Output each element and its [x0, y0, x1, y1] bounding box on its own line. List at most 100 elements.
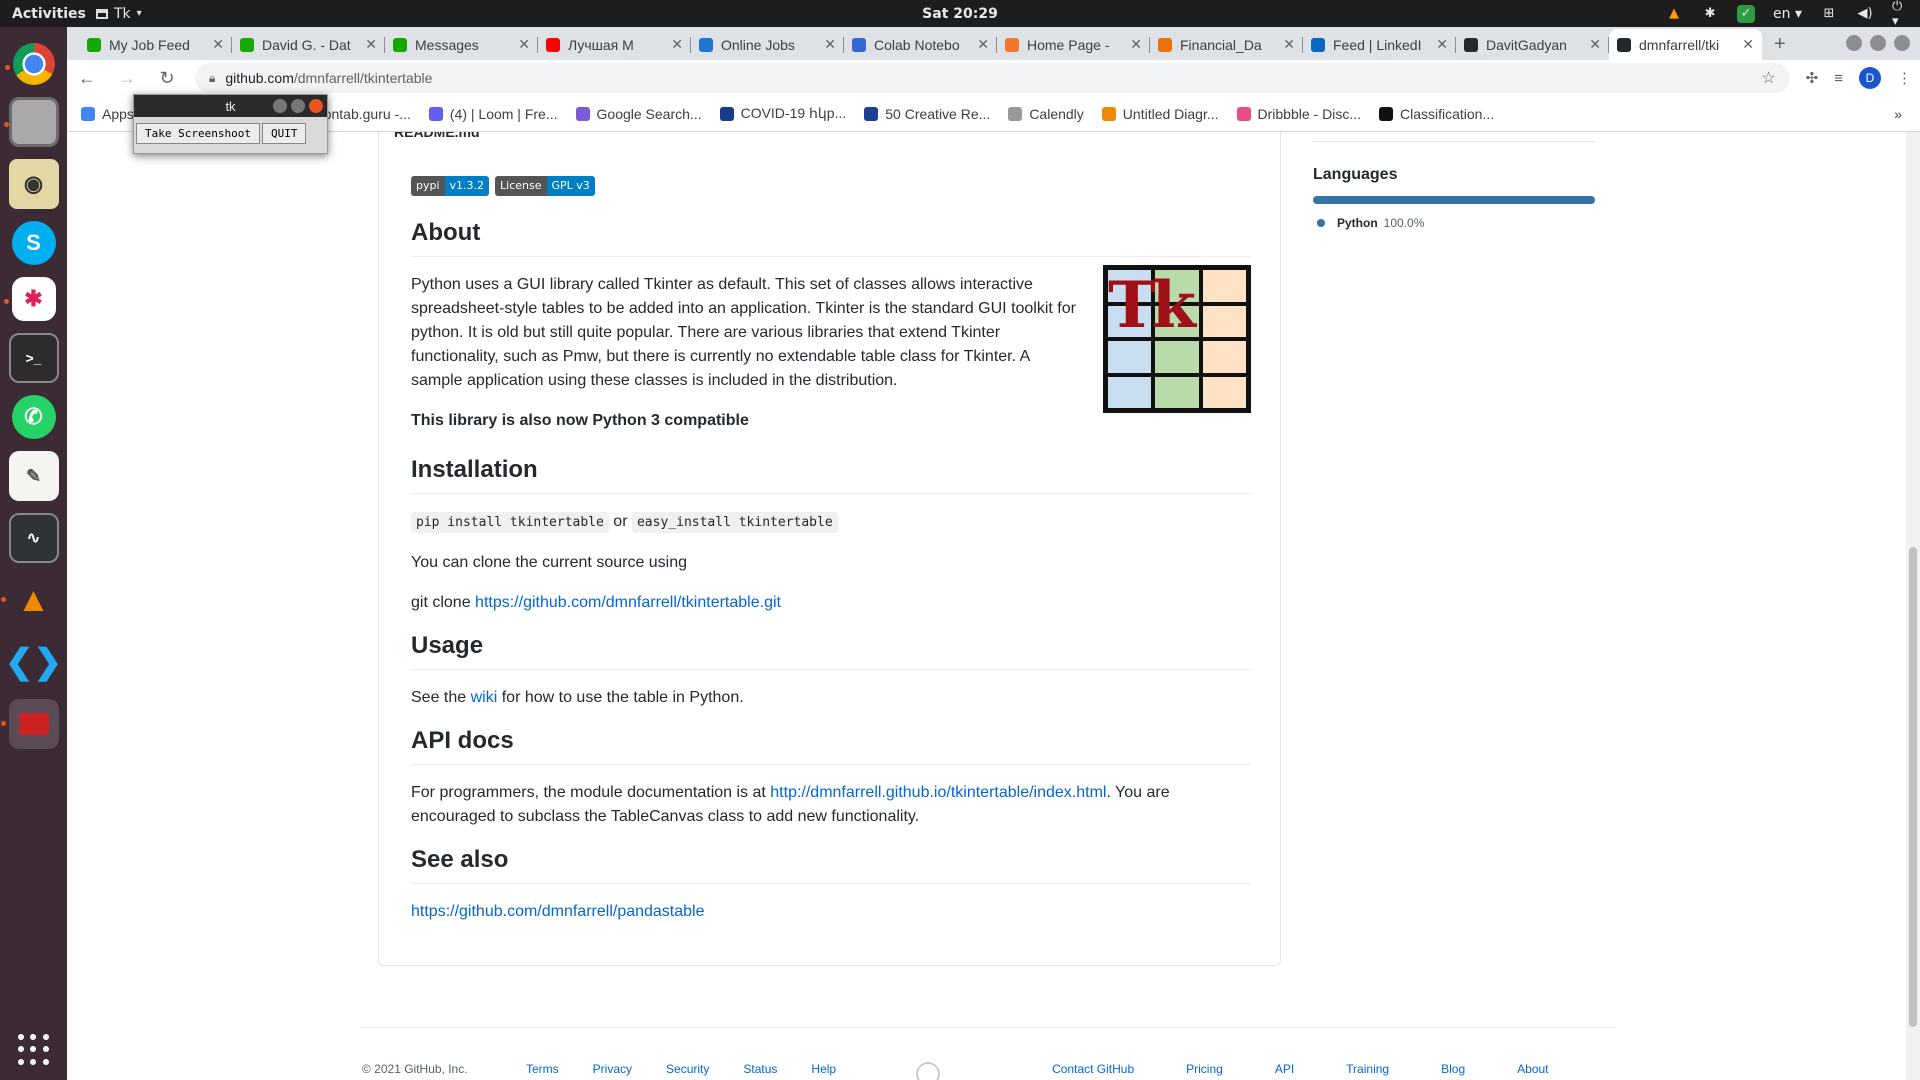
text-editor-dock-icon[interactable]: ✎ — [8, 451, 59, 501]
system-monitor-dock-icon[interactable]: ∿ — [8, 513, 59, 563]
chrome-dock-icon[interactable] — [4, 43, 55, 85]
new-tab-button[interactable]: + — [1762, 29, 1798, 60]
rhythmbox-dock-icon[interactable]: ◉ — [8, 159, 59, 209]
vlc-tray-icon[interactable]: ▲ — [1665, 5, 1683, 23]
browser-tab[interactable]: Colab Notebo ✕ — [844, 29, 997, 60]
tab-close-icon[interactable]: ✕ — [1130, 36, 1142, 53]
browser-tab[interactable]: Feed | LinkedI ✕ — [1303, 29, 1456, 60]
files-dock-icon[interactable] — [3, 97, 59, 147]
footer-link[interactable]: Status — [743, 1062, 777, 1080]
bookmark-item[interactable]: Google Search... — [575, 105, 702, 122]
tab-close-icon[interactable]: ✕ — [1283, 36, 1295, 53]
bookmark-item[interactable]: (4) | Loom | Fre... — [428, 105, 558, 122]
language-item[interactable]: Python 100.0% — [1313, 216, 1595, 230]
app-menu[interactable]: Tk ▾ — [96, 6, 142, 22]
bookmark-label: Untitled Diagr... — [1122, 105, 1219, 122]
usage-text: See the wiki for how to use the table in… — [411, 686, 1251, 710]
profile-avatar[interactable]: D — [1859, 67, 1881, 89]
bookmark-item[interactable]: Calendly — [1008, 105, 1084, 122]
tab-close-icon[interactable]: ✕ — [1436, 36, 1448, 53]
take-screenshot-button[interactable]: Take Screenshoot — [136, 123, 260, 144]
bookmarks-overflow-icon[interactable]: » — [1894, 106, 1902, 122]
bookmark-item[interactable]: COVID-19 հկp... — [719, 105, 846, 122]
footer-link[interactable]: About — [1517, 1062, 1548, 1080]
address-bar[interactable]: 🔒︎ github.com/dmnfarrell/tkintertable ☆ — [195, 63, 1790, 93]
footer-link[interactable]: Contact GitHub — [1052, 1062, 1134, 1080]
scrollbar-thumb[interactable] — [1909, 547, 1917, 1027]
pypi-badge[interactable]: pypi v1.3.2 — [411, 176, 490, 196]
github-logo-icon[interactable] — [916, 1062, 941, 1080]
tab-close-icon[interactable]: ✕ — [671, 36, 683, 53]
bookmark-item[interactable]: Untitled Diagr... — [1101, 105, 1219, 122]
reload-icon[interactable]: ↻ — [155, 68, 179, 89]
network-icon[interactable]: ⊞ — [1820, 5, 1838, 23]
keyboard-language[interactable]: en ▾ — [1773, 6, 1802, 22]
footer-link[interactable]: Help — [811, 1062, 836, 1080]
tab-close-icon[interactable]: ✕ — [212, 36, 224, 53]
browser-tab[interactable]: Home Page - ✕ — [997, 29, 1150, 60]
back-icon[interactable]: ← — [75, 68, 99, 89]
tab-close-icon[interactable]: ✕ — [824, 36, 836, 53]
bookmark-item[interactable]: Classification... — [1378, 105, 1494, 122]
bookmark-item[interactable]: Dribbble - Disc... — [1236, 105, 1361, 122]
maximize-icon[interactable] — [1870, 35, 1886, 51]
git-clone-link[interactable]: https://github.com/dmnfarrell/tkintertab… — [475, 594, 781, 611]
tab-title: Financial_Da — [1180, 36, 1262, 53]
bookmark-item[interactable]: 50 Creative Re... — [864, 105, 990, 122]
footer-link[interactable]: Terms — [526, 1062, 559, 1080]
tk-minimize-icon[interactable] — [273, 99, 287, 113]
footer-link[interactable]: Blog — [1441, 1062, 1465, 1080]
quit-button[interactable]: QUIT — [261, 123, 307, 144]
browser-tab[interactable]: Financial_Da ✕ — [1150, 29, 1303, 60]
bookmark-star-icon[interactable]: ☆ — [1761, 68, 1775, 88]
browser-tab[interactable]: My Job Feed ✕ — [79, 29, 232, 60]
power-icon[interactable]: ⏻ ▾ — [1892, 0, 1910, 29]
reading-list-icon[interactable]: ≡ — [1834, 70, 1843, 87]
slack-tray-icon[interactable]: ✱ — [1701, 5, 1719, 23]
skype-dock-icon[interactable]: S — [11, 221, 56, 265]
tk-app-dock-icon[interactable] — [0, 699, 59, 749]
terminal-dock-icon[interactable]: >_ — [8, 333, 59, 383]
browser-tab[interactable]: Лучшая М ✕ — [538, 29, 691, 60]
browser-tab[interactable]: dmnfarrell/tki ✕ — [1609, 29, 1762, 60]
minimize-icon[interactable] — [1846, 35, 1862, 51]
clock[interactable]: Sat 20:29 — [922, 6, 998, 22]
menu-kebab-icon[interactable]: ⋮ — [1897, 69, 1912, 87]
whatsapp-dock-icon[interactable]: ✆ — [11, 395, 56, 439]
tk-maximize-icon[interactable] — [291, 99, 305, 113]
readme-filename[interactable]: README.md — [394, 132, 480, 140]
close-icon[interactable] — [1894, 35, 1910, 51]
vlc-dock-icon[interactable]: ▲ — [0, 575, 59, 625]
browser-tab[interactable]: Messages ✕ — [385, 29, 538, 60]
volume-icon[interactable]: ◀) — [1856, 5, 1874, 23]
forward-icon[interactable]: → — [115, 68, 139, 89]
vscode-dock-icon[interactable]: ❮❯ — [5, 637, 62, 687]
browser-tab[interactable]: Online Jobs ✕ — [691, 29, 844, 60]
extensions-icon[interactable]: ✣ — [1806, 69, 1819, 87]
check-tray-icon[interactable]: ✓ — [1737, 4, 1756, 23]
tab-close-icon[interactable]: ✕ — [1742, 36, 1754, 53]
license-badge[interactable]: License GPL v3 — [495, 176, 595, 196]
tk-close-icon[interactable] — [309, 99, 323, 113]
lock-icon[interactable]: 🔒︎ — [209, 71, 215, 86]
page-scrollbar[interactable] — [1906, 132, 1920, 1080]
pandastable-link[interactable]: https://github.com/dmnfarrell/pandastabl… — [411, 903, 705, 920]
footer-link[interactable]: API — [1275, 1062, 1294, 1080]
tab-close-icon[interactable]: ✕ — [518, 36, 530, 53]
bookmark-item[interactable]: Apps — [81, 105, 134, 122]
show-applications-icon[interactable] — [18, 1034, 50, 1066]
footer-link[interactable]: Security — [666, 1062, 709, 1080]
footer-link[interactable]: Privacy — [593, 1062, 632, 1080]
browser-tab[interactable]: DavitGadyan ✕ — [1456, 29, 1609, 60]
tab-close-icon[interactable]: ✕ — [1589, 36, 1601, 53]
api-docs-link[interactable]: http://dmnfarrell.github.io/tkintertable… — [770, 784, 1106, 801]
browser-tab[interactable]: David G. - Dat ✕ — [232, 29, 385, 60]
tab-close-icon[interactable]: ✕ — [365, 36, 377, 53]
activities-button[interactable]: Activities — [0, 6, 96, 22]
wiki-link[interactable]: wiki — [471, 689, 498, 706]
slack-dock-icon[interactable]: ✱ — [3, 277, 56, 321]
footer-link[interactable]: Training — [1346, 1062, 1389, 1080]
tk-window-titlebar[interactable]: tk — [134, 95, 327, 117]
tab-close-icon[interactable]: ✕ — [977, 36, 989, 53]
footer-link[interactable]: Pricing — [1186, 1062, 1223, 1080]
